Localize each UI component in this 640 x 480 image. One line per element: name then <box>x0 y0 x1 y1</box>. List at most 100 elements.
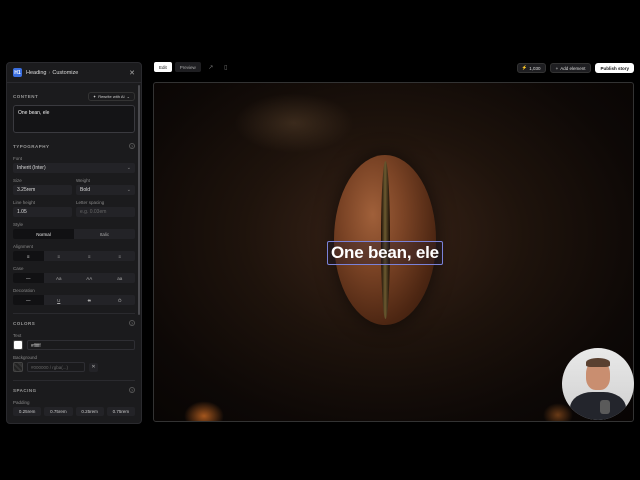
style-normal-button[interactable]: Normal <box>13 229 74 239</box>
background-light-glow <box>184 401 224 421</box>
underline-icon[interactable]: U <box>44 295 75 305</box>
coffee-bean-crease <box>381 161 390 319</box>
microphone-icon <box>600 400 610 414</box>
typography-section-label: TYPOGRAPHY <box>13 143 50 149</box>
presenter-hair <box>586 358 610 367</box>
background-color-input[interactable]: #000000 / rgba(...) <box>27 362 85 372</box>
case-label: Case <box>13 266 24 271</box>
weight-value: Bold <box>80 187 91 193</box>
align-left-icon[interactable]: ≡ <box>13 251 44 261</box>
coffee-bean-image <box>334 155 436 325</box>
close-icon[interactable]: ✕ <box>129 69 135 77</box>
padding-top-input[interactable]: 0.25rem <box>13 407 42 416</box>
content-section-header: CONTENT ✦ Rewrite with AI ⌄ <box>13 91 135 101</box>
add-element-label: Add element <box>560 65 586 71</box>
content-section-label: CONTENT <box>13 93 39 99</box>
chevron-down-icon: ⌄ <box>126 93 130 99</box>
clear-background-icon[interactable]: ✕ <box>89 362 98 372</box>
bolt-icon: ⚡ <box>521 65 528 70</box>
breadcrumb-current: Customize <box>52 69 79 76</box>
selected-heading-element[interactable]: One bean, ele <box>327 241 443 265</box>
publish-story-button[interactable]: Publish story <box>595 63 634 73</box>
heading-badge: H1 <box>13 68 22 77</box>
text-color-label: Text <box>13 333 22 338</box>
case-uppercase-button[interactable]: AA <box>74 273 105 283</box>
style-toggle: Normal Italic <box>13 229 135 239</box>
line-height-input[interactable]: 1.05 <box>13 207 72 217</box>
story-canvas[interactable]: One bean, ele <box>153 82 634 422</box>
chevron-down-icon: ⌄ <box>126 187 131 193</box>
rewrite-with-ai-button[interactable]: ✦ Rewrite with AI ⌄ <box>87 91 135 101</box>
style-label: Style <box>13 222 24 227</box>
size-input[interactable]: 3.25rem <box>13 185 72 195</box>
help-icon[interactable]: ? <box>129 387 135 393</box>
section-divider <box>13 380 135 381</box>
heading-text[interactable]: One bean, ele <box>331 243 439 263</box>
presenter-body <box>570 392 626 420</box>
panel-header: H1 Heading › Customize ✕ <box>7 63 141 83</box>
alignment-label: Alignment <box>13 244 34 249</box>
style-italic-button[interactable]: Italic <box>74 229 135 239</box>
decoration-toggle: — U S Ō <box>13 295 135 305</box>
text-color-row: #ffffff <box>13 340 135 350</box>
padding-right-input[interactable]: 0.75rem <box>44 407 73 416</box>
spacing-section-label: SPACING <box>13 387 37 393</box>
align-justify-icon[interactable]: ≡ <box>105 251 136 261</box>
section-divider <box>13 313 135 314</box>
letter-spacing-label: Letter spacing <box>76 200 105 205</box>
line-height-label: Line height <box>13 200 36 205</box>
decoration-none-button[interactable]: — <box>13 295 44 305</box>
font-select[interactable]: Inherit (Inter) ⌄ <box>13 163 135 173</box>
rewrite-label: Rewrite with AI <box>98 93 125 99</box>
alignment-toggle: ≡ ≡ ≡ ≡ <box>13 251 135 261</box>
content-textarea[interactable]: One bean, ele <box>13 105 135 133</box>
credits-value: 1,030 <box>529 65 541 71</box>
spacing-section-header: SPACING ? <box>13 385 135 395</box>
font-value: Inherit (Inter) <box>17 165 46 171</box>
text-color-swatch[interactable] <box>13 340 23 350</box>
external-link-icon[interactable]: ↗ <box>206 62 216 72</box>
breadcrumb-parent[interactable]: Heading <box>26 70 47 76</box>
sparkle-icon: ✦ <box>92 93 97 99</box>
weight-label: Weight <box>76 178 90 183</box>
padding-inputs: 0.25rem 0.75rem 0.25rem 0.75rem <box>13 407 135 416</box>
size-label: Size <box>13 178 22 183</box>
help-icon[interactable]: ? <box>129 143 135 149</box>
case-toggle: — Aa AA aa <box>13 273 135 283</box>
strikethrough-icon[interactable]: S <box>74 295 105 305</box>
webcam-overlay <box>562 348 634 420</box>
letter-spacing-input[interactable]: e.g. 0.03em <box>76 207 135 217</box>
background-color-row: #000000 / rgba(...) ✕ <box>13 362 135 372</box>
padding-label: Padding <box>13 400 30 405</box>
align-right-icon[interactable]: ≡ <box>74 251 105 261</box>
typography-section-header: TYPOGRAPHY ? <box>13 141 135 151</box>
case-none-button[interactable]: — <box>13 273 44 283</box>
colors-section-label: COLORS <box>13 320 36 326</box>
weight-select[interactable]: Bold ⌄ <box>76 185 135 195</box>
preview-tab[interactable]: Preview <box>174 62 201 72</box>
panel-breadcrumb: Heading › Customize <box>26 70 78 76</box>
align-center-icon[interactable]: ≡ <box>44 251 75 261</box>
credits-badge[interactable]: ⚡ 1,030 <box>516 63 546 73</box>
breadcrumb-separator: › <box>48 69 51 76</box>
case-lowercase-button[interactable]: aa <box>105 273 136 283</box>
colors-section-header: COLORS ? <box>13 318 135 328</box>
customize-panel: H1 Heading › Customize ✕ CONTENT ✦ Rewrite… <box>6 62 142 424</box>
plus-icon: + <box>555 65 559 71</box>
panel-body: CONTENT ✦ Rewrite with AI ⌄ One bean, el… <box>7 83 141 422</box>
background-color-swatch[interactable] <box>13 362 23 372</box>
editor-toolbar-right: ⚡ 1,030 + Add element Publish story <box>516 63 634 73</box>
padding-bottom-input[interactable]: 0.25rem <box>75 407 104 416</box>
overline-icon[interactable]: Ō <box>105 295 136 305</box>
add-element-button[interactable]: + Add element <box>549 63 592 73</box>
mobile-icon[interactable]: ▯ <box>221 62 231 72</box>
background-color-label: Background <box>13 355 38 360</box>
edit-tab[interactable]: Edit <box>154 62 172 72</box>
decoration-label: Decoration <box>13 288 35 293</box>
case-capitalize-button[interactable]: Aa <box>44 273 75 283</box>
steam-swirl <box>234 93 354 153</box>
padding-left-input[interactable]: 0.75rem <box>106 407 135 416</box>
help-icon[interactable]: ? <box>129 320 135 326</box>
text-color-input[interactable]: #ffffff <box>27 340 135 350</box>
font-label: Font <box>13 156 23 161</box>
